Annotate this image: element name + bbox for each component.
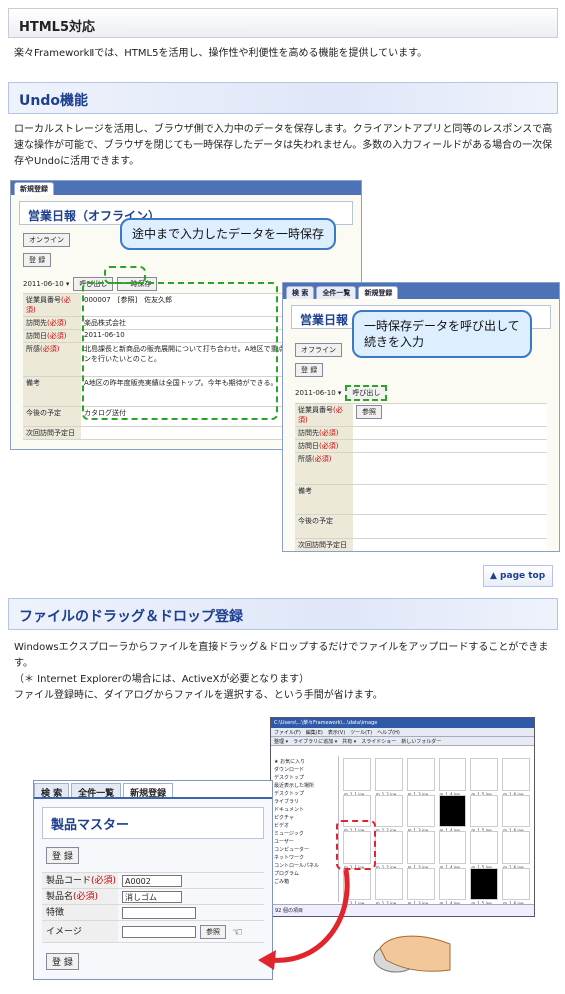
form-row-name: 製品名(必須) 消しゴム [42,889,264,905]
file-thumbnail[interactable]: m_1_3.jpe [406,867,435,906]
register-button-bottom[interactable]: 登 録 [46,953,79,970]
date-select[interactable]: 2011-06-10 ▾ [295,389,341,397]
file-thumbnail[interactable]: m_1_5.jpe [470,867,499,906]
explorer-menubar[interactable]: ファイル(F) 編集(E) 表示(V) ツール(T) ヘルプ(H) [271,728,534,737]
section-title-html5: HTML5対応 [8,8,558,38]
tree-item[interactable]: ライブラリ [274,798,335,806]
ref-button[interactable]: 参照 [356,405,382,419]
hand-cursor-icon: ☜ [232,924,243,939]
register-button[interactable]: 登 録 [23,253,52,267]
call-button[interactable]: 呼び出し [345,385,388,401]
file-thumbnail[interactable]: m_1_3.jpe [406,794,435,833]
form-row: 所感(必須) [295,453,547,485]
tree-item[interactable]: ダウンロード [274,766,335,774]
file-thumbnail[interactable]: m_1_6.jpe [502,867,530,906]
tab-new-register[interactable]: 新規登録 [358,286,399,299]
product-name-input[interactable]: 消しゴム [122,890,182,903]
form-row-feature: 特徴 [42,905,264,921]
register-button[interactable]: 登 録 [295,363,324,377]
tab-new-register[interactable]: 新規登録 [123,783,174,799]
tab-list-all[interactable]: 全件一覧 [71,783,122,799]
date-select[interactable]: 2011-06-10 ▾ [23,280,69,288]
tree-item[interactable]: デスクトップ [274,774,335,782]
tab-new-register[interactable]: 新規登録 [14,182,54,195]
tab-search[interactable]: 検 索 [34,783,70,799]
page-top-link[interactable]: ▲ page top [483,565,553,587]
drag-arrow-icon [258,869,350,970]
file-thumbnail[interactable]: m_1_6.jpe [502,794,530,833]
callout-temp-save: 途中まで入力したデータを一時保存 [120,218,337,250]
tab-strip: 新規登録 [11,181,361,195]
product-master-form: 検 索 全件一覧 新規登録 製品マスター 登 録 製品コード(必須) A0002 … [33,780,273,980]
mouse-hand-icon [373,935,451,973]
image-file-input[interactable] [122,925,196,938]
file-thumbnail[interactable]: m_1_4.jpe [438,758,467,797]
browse-button[interactable]: 参照 [200,924,226,939]
file-thumbnail[interactable]: m_1_5.jpe [470,831,499,870]
form-row: 従業員番号(必須) 参照 [295,404,547,427]
file-thumbnail[interactable]: m_1_5.jpe [470,794,499,833]
file-thumbnail[interactable]: m_1_4.jpe [438,831,467,870]
form-row: 今後の予定 [295,515,547,539]
file-thumbnail[interactable]: m_1_2.jpe [374,831,403,870]
highlight-entered-data [82,282,278,420]
tab-list-all[interactable]: 全件一覧 [316,286,357,299]
product-code-input[interactable]: A0002 [122,874,182,887]
form-row-code: 製品コード(必須) A0002 [42,873,264,889]
offline-button[interactable]: オフライン [295,343,342,357]
file-thumbnail[interactable]: m_1_2.jpe [374,867,403,906]
tree-item[interactable]: ビデオ [274,822,335,830]
tree-item[interactable]: ユーザー [274,838,335,846]
file-thumbnail[interactable]: m_1_5.jpe [470,758,499,797]
file-thumbnail[interactable]: m_1_4.jpe [438,794,467,833]
form-row-image: イメージ 参照 ☜ [42,921,264,943]
file-thumbnail[interactable]: m_1_2.jpe [374,758,403,797]
form-row: 訪問先(必須) [295,427,547,440]
tab-search[interactable]: 検 索 [286,286,315,299]
form-row: 次回訪問予定日 [295,539,547,551]
tree-item[interactable]: ピクチャ [274,814,335,822]
form-title: 製品マスター [42,807,264,839]
explorer-toolbar[interactable]: 整理 ▾ ライブラリに追加 ▾ 共有 ▾ スライドショー 新しいフォルダー [271,737,534,746]
section-title-dnd: ファイルのドラッグ＆ドロップ登録 [8,598,558,630]
tree-item[interactable]: コンピューター [274,846,335,854]
undo-description: ローカルストレージを活用し、ブラウザ側で入力中のデータを保存します。クライアント… [14,124,553,167]
feature-input[interactable] [122,906,196,919]
file-thumbnail[interactable]: m_1_3.jpe [406,831,435,870]
dnd-description-1: Windowsエクスプローラからファイルを直接ドラッグ＆ドロップするだけでファイ… [14,642,549,669]
file-thumbnail[interactable]: m_1_3.jpe [406,758,435,797]
form-row: 備考 [295,485,547,515]
callout-restore: 一時保存データを呼び出して 続きを入力 [352,310,532,358]
tree-item[interactable]: ★ お気に入り [274,758,335,766]
section-title-undo: Undo機能 [8,82,558,114]
file-thumbnail[interactable]: m_1_2.jpe [374,794,403,833]
file-thumbnail[interactable]: m_1_6.jpe [502,758,530,797]
html5-description: 楽々FrameworkⅡでは、HTML5を活用し、操作性や利便性を高める機能を提… [14,48,428,59]
dnd-description-2: （＊ Internet Explorerの場合には、ActiveXが必要となりま… [14,674,310,685]
tree-item[interactable]: ドキュメント [274,806,335,814]
dnd-description-3: ファイル登録時に、ダイアログからファイルを選択する、という手間が省けます。 [14,690,383,701]
file-thumbnail[interactable]: m_1_6.jpe [502,831,530,870]
file-thumbnail[interactable]: m_1_1.jpe [343,758,371,797]
tree-item[interactable]: デスクトップ [274,790,335,798]
online-button[interactable]: オンライン [23,233,70,247]
tree-item[interactable]: ミュージック [274,830,335,838]
tree-item[interactable]: 最近表示した場所 [274,782,335,790]
explorer-title: C:\Users\...\楽々Framework\...\data\image [271,718,534,728]
register-button[interactable]: 登 録 [46,847,79,864]
form-row: 訪問日(必須) [295,440,547,453]
file-thumbnail[interactable]: m_1_4.jpe [438,867,467,906]
